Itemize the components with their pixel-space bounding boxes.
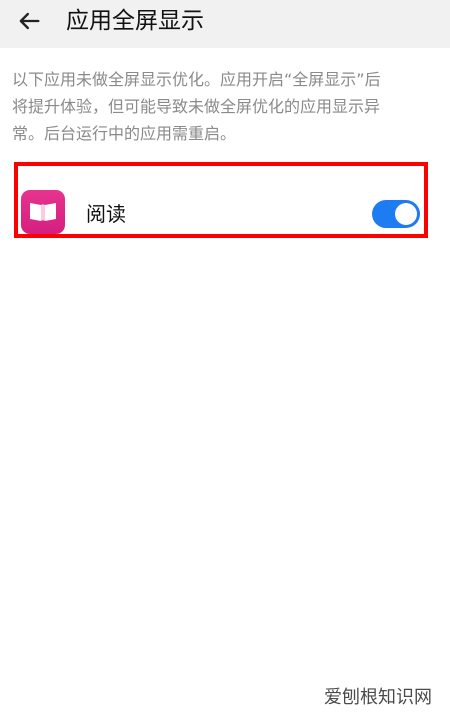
- back-button[interactable]: [12, 4, 46, 38]
- title-bar: 应用全屏显示: [0, 0, 450, 48]
- toggle-knob: [395, 203, 417, 225]
- screen: 应用全屏显示 以下应用未做全屏显示优化。应用开启“全屏显示”后将提升体验，但可能…: [0, 0, 450, 720]
- description-text: 以下应用未做全屏显示优化。应用开启“全屏显示”后将提升体验，但可能导致未做全屏优…: [12, 70, 381, 143]
- fullscreen-toggle[interactable]: [372, 200, 420, 228]
- app-name: 阅读: [86, 202, 126, 226]
- back-arrow-icon: [19, 12, 40, 30]
- watermark-text: 爱刨根知识网: [324, 687, 432, 708]
- book-app-icon: [21, 190, 65, 234]
- app-list-item-reading: 阅读: [14, 162, 428, 238]
- page-title: 应用全屏显示: [66, 8, 204, 34]
